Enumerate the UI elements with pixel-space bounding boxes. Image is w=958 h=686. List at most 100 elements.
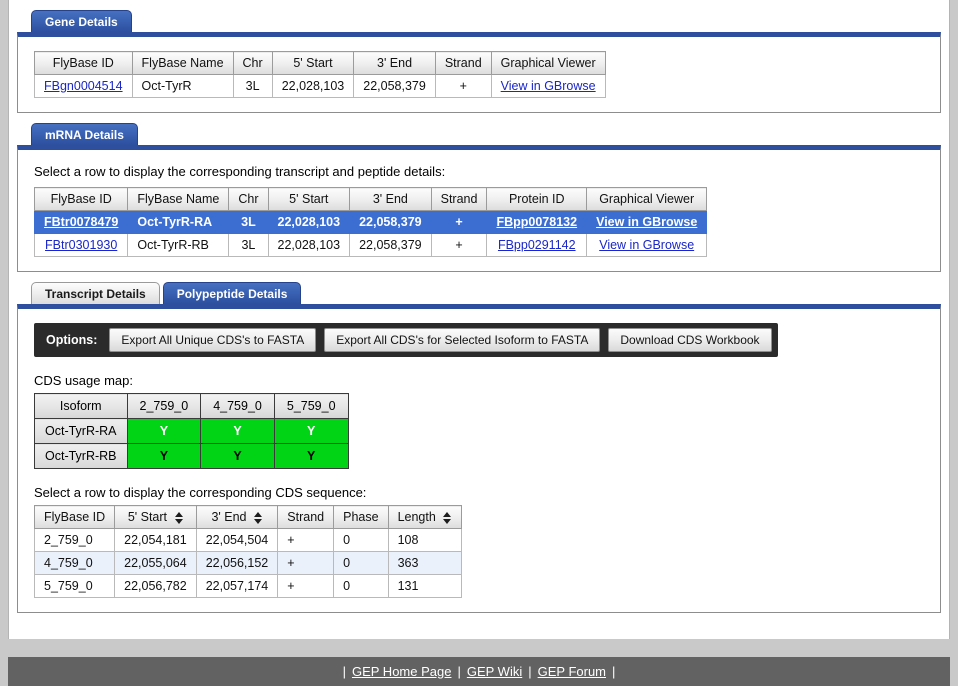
mrna-flybase-id-link[interactable]: FBtr0078479 bbox=[44, 215, 118, 229]
cell-usage: Y bbox=[126, 443, 202, 469]
export-selected-isoform-cds-button[interactable]: Export All CDS's for Selected Isoform to… bbox=[324, 328, 601, 352]
gene-details-tabrow: Gene Details bbox=[17, 10, 941, 32]
mrna-gbrowse-link[interactable]: View in GBrowse bbox=[599, 238, 694, 252]
cell-flybase-id: FBtr0078479 bbox=[33, 210, 129, 234]
col-flybase-id: FlyBase ID bbox=[34, 51, 133, 75]
cell-usage: Y bbox=[200, 418, 275, 444]
cell-usage: Y bbox=[126, 418, 202, 444]
col-3-end[interactable]: 3' End bbox=[195, 505, 279, 529]
col-strand: Strand bbox=[430, 187, 488, 211]
col-label: Phase bbox=[343, 510, 379, 524]
col-flybase-name: FlyBase Name bbox=[127, 187, 230, 211]
tab-polypeptide-details[interactable]: Polypeptide Details bbox=[162, 282, 302, 304]
table-row: Oct-TyrR-RB Y Y Y bbox=[34, 443, 349, 469]
cell-3-end: 22,057,174 bbox=[195, 574, 279, 598]
page-content: Gene Details FlyBase ID FlyBase Name Chr… bbox=[8, 0, 950, 639]
cds-usage-map-table: Isoform 2_759_0 4_759_0 5_759_0 Oct-TyrR… bbox=[34, 393, 349, 469]
col-3-end: 3' End bbox=[353, 51, 436, 75]
table-header-row: Isoform 2_759_0 4_759_0 5_759_0 bbox=[34, 393, 349, 419]
col-5-start[interactable]: 5' Start bbox=[114, 505, 197, 529]
table-row[interactable]: 2_759_0 22,054,181 22,054,504 + 0 108 bbox=[33, 528, 462, 552]
col-flybase-name: FlyBase Name bbox=[131, 51, 234, 75]
mrna-details-body: Select a row to display the correspondin… bbox=[17, 145, 941, 272]
col-cds-4-759-0: 4_759_0 bbox=[200, 393, 275, 419]
cell-flybase-id: 2_759_0 bbox=[33, 528, 116, 552]
table-row[interactable]: 4_759_0 22,055,064 22,056,152 + 0 363 bbox=[33, 551, 462, 575]
gene-gbrowse-link[interactable]: View in GBrowse bbox=[501, 79, 596, 93]
mrna-protein-id-link[interactable]: FBpp0291142 bbox=[498, 238, 576, 252]
table-row[interactable]: FBtr0078479 Oct-TyrR-RA 3L 22,028,103 22… bbox=[33, 210, 708, 234]
footer-link-gep-forum[interactable]: GEP Forum bbox=[533, 664, 611, 679]
col-graphical-viewer: Graphical Viewer bbox=[490, 51, 606, 75]
table-row[interactable]: FBtr0301930 Oct-TyrR-RB 3L 22,028,103 22… bbox=[33, 233, 708, 257]
cell-flybase-id: 5_759_0 bbox=[33, 574, 116, 598]
mrna-details-table: FlyBase ID FlyBase Name Chr 5' Start 3' … bbox=[33, 187, 708, 257]
detail-tabrow: Transcript Details Polypeptide Details bbox=[17, 282, 941, 304]
table-row[interactable]: 5_759_0 22,056,782 22,057,174 + 0 131 bbox=[33, 574, 462, 598]
cell-flybase-id: 4_759_0 bbox=[33, 551, 116, 575]
cell-length: 131 bbox=[387, 574, 462, 598]
cell-strand: + bbox=[430, 233, 488, 257]
cell-strand: + bbox=[434, 74, 492, 98]
col-label: Length bbox=[397, 510, 436, 524]
cds-sequence-note: Select a row to display the correspondin… bbox=[34, 485, 367, 500]
mrna-protein-id-link[interactable]: FBpp0078132 bbox=[496, 215, 577, 229]
sort-arrows-icon[interactable] bbox=[174, 511, 183, 524]
mrna-select-note: Select a row to display the correspondin… bbox=[34, 164, 446, 179]
cell-strand: + bbox=[277, 551, 335, 575]
cell-phase: 0 bbox=[333, 551, 389, 575]
cell-graphical-viewer: View in GBrowse bbox=[490, 74, 606, 98]
page-footer: | GEP Home Page | GEP Wiki | GEP Forum | bbox=[8, 657, 950, 686]
mrna-gbrowse-link[interactable]: View in GBrowse bbox=[596, 215, 697, 229]
cell-flybase-id: FBtr0301930 bbox=[33, 233, 129, 257]
table-header-row: FlyBase ID FlyBase Name Chr 5' Start 3' … bbox=[34, 51, 606, 75]
cell-graphical-viewer: View in GBrowse bbox=[586, 233, 708, 257]
table-row[interactable]: FBgn0004514 Oct-TyrR 3L 22,028,103 22,05… bbox=[34, 74, 606, 98]
cell-flybase-id: FBgn0004514 bbox=[34, 74, 133, 98]
gene-details-table: FlyBase ID FlyBase Name Chr 5' Start 3' … bbox=[34, 51, 606, 98]
cell-strand: + bbox=[430, 210, 488, 234]
sort-arrows-icon[interactable] bbox=[254, 511, 263, 524]
col-length[interactable]: Length bbox=[387, 505, 462, 529]
gene-flybase-id-link[interactable]: FBgn0004514 bbox=[44, 79, 123, 93]
col-chr: Chr bbox=[232, 51, 273, 75]
mrna-flybase-id-link[interactable]: FBtr0301930 bbox=[45, 238, 117, 252]
cell-chr: 3L bbox=[232, 74, 273, 98]
cell-length: 108 bbox=[387, 528, 462, 552]
tab-mrna-details[interactable]: mRNA Details bbox=[31, 123, 138, 145]
tab-gene-details[interactable]: Gene Details bbox=[31, 10, 132, 32]
mrna-details-panel: mRNA Details Select a row to display the… bbox=[17, 123, 941, 272]
cell-isoform: Oct-TyrR-RA bbox=[34, 418, 128, 444]
cell-protein-id: FBpp0078132 bbox=[486, 210, 588, 234]
footer-link-gep-home-page[interactable]: GEP Home Page bbox=[347, 664, 456, 679]
mrna-details-tabrow: mRNA Details bbox=[17, 123, 941, 145]
cell-flybase-name: Oct-TyrR bbox=[131, 74, 234, 98]
footer-link-gep-wiki[interactable]: GEP Wiki bbox=[462, 664, 527, 679]
cell-3-end: 22,058,379 bbox=[353, 74, 436, 98]
cell-5-start: 22,056,782 bbox=[114, 574, 197, 598]
cell-usage: Y bbox=[273, 443, 349, 469]
cell-graphical-viewer: View in GBrowse bbox=[586, 210, 708, 234]
cell-3-end: 22,056,152 bbox=[195, 551, 279, 575]
col-graphical-viewer: Graphical Viewer bbox=[586, 187, 708, 211]
cell-5-start: 22,028,103 bbox=[267, 210, 351, 234]
col-5-start: 5' Start bbox=[267, 187, 351, 211]
cell-isoform: Oct-TyrR-RB bbox=[34, 443, 128, 469]
export-all-unique-cds-button[interactable]: Export All Unique CDS's to FASTA bbox=[109, 328, 317, 352]
cell-phase: 0 bbox=[333, 574, 389, 598]
footer-separator: | bbox=[612, 664, 616, 679]
cell-strand: + bbox=[277, 574, 335, 598]
detail-panel: Transcript Details Polypeptide Details O… bbox=[17, 282, 941, 613]
detail-panel-body: Options: Export All Unique CDS's to FAST… bbox=[17, 304, 941, 613]
download-cds-workbook-button[interactable]: Download CDS Workbook bbox=[608, 328, 772, 352]
cell-3-end: 22,058,379 bbox=[349, 210, 432, 234]
col-flybase-id: FlyBase ID bbox=[33, 187, 129, 211]
options-toolbar: Options: Export All Unique CDS's to FAST… bbox=[34, 323, 778, 357]
col-cds-5-759-0: 5_759_0 bbox=[273, 393, 349, 419]
cds-sequence-table: FlyBase ID 5' Start 3' End Strand Phase … bbox=[33, 505, 462, 598]
cds-usage-map-title: CDS usage map: bbox=[34, 373, 133, 388]
col-label: FlyBase ID bbox=[44, 510, 106, 524]
options-label: Options: bbox=[46, 333, 98, 347]
tab-transcript-details[interactable]: Transcript Details bbox=[31, 282, 160, 304]
sort-arrows-icon[interactable] bbox=[443, 511, 452, 524]
